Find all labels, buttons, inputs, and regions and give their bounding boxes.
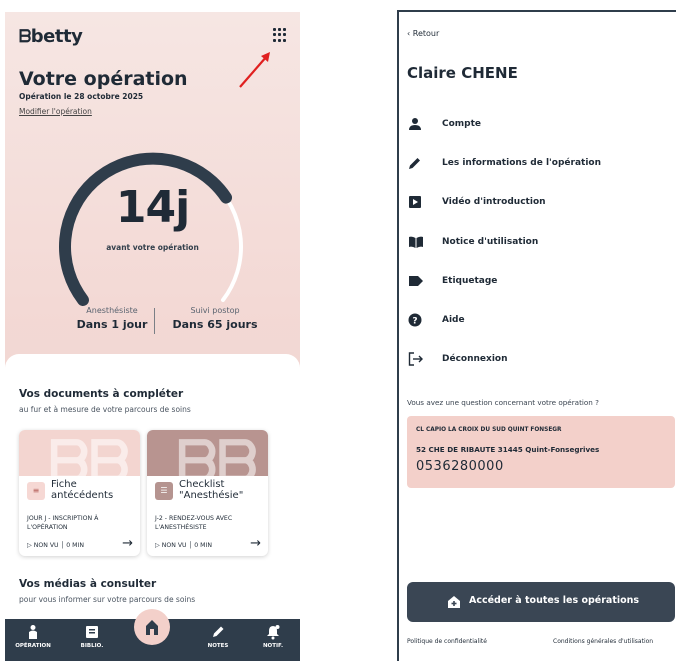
menu-item-operation-info[interactable]: Les informations de l'opération [399,154,676,180]
help-icon: ? [408,313,422,327]
menu-item-logout[interactable]: Déconnexion [399,350,676,376]
betty-logo: ᗷbetty [19,26,83,47]
tab-home[interactable] [134,609,170,645]
days-remaining-caption: avant votre opération [106,243,199,252]
play-outline-icon: ▷ [155,542,162,549]
logout-icon [408,352,423,366]
page-title: Votre opération [19,68,188,90]
clinic-phone[interactable]: 0536280000 [416,459,504,474]
anesthesist-stat: Anesthésiste Dans 1 jour [76,306,148,331]
operation-date: Opération le 28 octobre 2025 [19,92,144,101]
terms-link[interactable]: Conditions générales d'utilisation [553,638,653,645]
documents-section-subtitle: au fur et à mesure de votre parcours de … [19,405,191,414]
person-icon [409,118,421,130]
red-arrow-annotation-icon [239,52,270,88]
menu-item-intro-video[interactable]: Vidéo d'introduction [399,193,676,219]
user-name: Claire CHENE [407,64,518,82]
play-outline-icon: ▷ [27,542,34,549]
tab-biblio[interactable]: BIBLIO. [67,624,117,649]
card-illustration: ᗷᗷ [19,430,140,476]
question-text: Vous avez une question concernant votre … [407,398,599,407]
document-card-checklist[interactable]: ᗷᗷ ☰ Checklist "Anesthésie" J-2 - Rendez… [147,430,268,556]
bell-icon [267,625,280,640]
menu-item-help[interactable]: ? Aide [399,311,676,337]
home-icon [146,620,158,635]
medias-section-title: Vos médias à consulter [19,578,157,590]
arrow-right-icon[interactable]: → [250,536,261,551]
betty-logo-mark-icon: ᗷ [19,27,31,47]
bottom-tab-bar: OPÉRATION BIBLIO. NOTES NOTIF. [5,609,300,661]
play-icon [409,196,421,208]
clinic-name: CL CAPIO LA CROIX DU SUD QUINT FONSEGR [416,427,562,433]
label-icon [409,276,423,286]
edit-operation-link[interactable]: Modifier l'opération [19,107,92,116]
days-remaining: 14j [115,182,190,233]
tab-notes[interactable]: NOTES [193,624,243,649]
postop-stat: Suivi postop Dans 65 jours [172,306,258,331]
operation-screen: ᗷbetty Votre opération Opération le 28 o… [5,12,300,661]
privacy-policy-link[interactable]: Politique de confidentialité [407,638,487,645]
tab-notif[interactable]: NOTIF. [248,624,298,649]
apps-grid-icon[interactable] [273,28,287,42]
pencil-icon [213,626,224,637]
menu-item-labeling[interactable]: Etiquetage [399,272,676,298]
medias-section-subtitle: pour vous informer sur votre parcours de… [19,595,196,604]
clinic-card: CL CAPIO LA CROIX DU SUD QUINT FONSEGR 5… [407,416,675,488]
stat-divider [154,308,155,334]
documents-section-title: Vos documents à compléter [19,388,184,400]
all-operations-button[interactable]: Accéder à toutes les opérations [407,582,675,622]
card-illustration: ᗷᗷ [147,430,268,476]
svg-text:?: ? [412,317,417,327]
document-card-antecedents[interactable]: ᗷᗷ ≡ Fiche antécédents Jour J - Inscript… [19,430,140,556]
profile-menu-screen: ‹ Retour Claire CHENE Compte Les informa… [397,10,676,661]
list-icon: ≡ [27,482,45,500]
book-icon [86,626,98,638]
clinic-address: 52 CHE DE RIBAUTE 31445 Quint-Fonsegrive… [416,445,600,454]
checklist-icon: ☰ [155,482,173,500]
house-plus-icon [448,596,460,608]
pencil-icon [409,158,420,169]
operation-icon [29,625,37,639]
back-button[interactable]: ‹ Retour [407,29,439,38]
tab-operation[interactable]: OPÉRATION [8,624,58,649]
menu-item-user-guide[interactable]: Notice d'utilisation [399,233,676,259]
arrow-right-icon[interactable]: → [122,536,133,551]
menu-item-account[interactable]: Compte [399,115,676,141]
book-open-icon [409,236,423,248]
